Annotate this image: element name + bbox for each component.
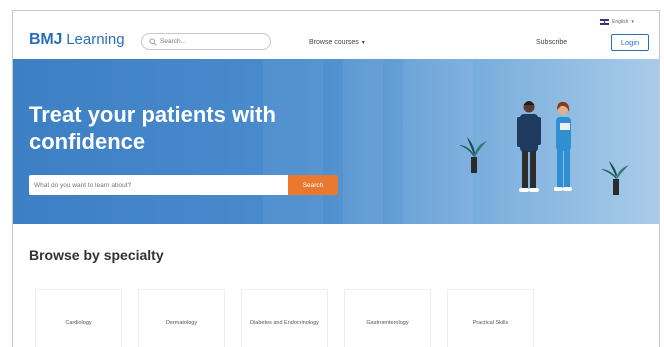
logo-bmj-text: BMJ (29, 31, 63, 48)
plant-icon (459, 137, 487, 173)
bmj-learning-logo[interactable]: BMJ Learning (29, 31, 125, 49)
healthcare-workers-illustration (459, 101, 629, 195)
specialty-card-gastroenterology[interactable]: Gastroenterology (344, 289, 431, 347)
subscribe-link[interactable]: Subscribe (536, 39, 567, 46)
header-search[interactable] (141, 33, 271, 50)
header-search-input[interactable] (160, 38, 260, 45)
browser-page: BMJ Learning Browse courses ▾ English ▾ … (12, 10, 660, 347)
plant-icon (601, 161, 629, 195)
doctor-man-figure (517, 101, 541, 192)
hero-title: Treat your patients with confidence (29, 102, 276, 154)
specialty-card-dermatology[interactable]: Dermatology (138, 289, 225, 347)
specialty-card-practical-skills[interactable]: Practical Skills (447, 289, 534, 347)
browse-courses-menu[interactable]: Browse courses ▾ (309, 39, 365, 46)
specialty-card-diabetes-endocrinology[interactable]: Diabetes and Endocrinology (241, 289, 328, 347)
chevron-down-icon: ▾ (361, 40, 365, 46)
browse-by-specialty-heading: Browse by specialty (29, 247, 164, 263)
logo-learning-text: Learning (66, 31, 125, 48)
hero-banner: Treat your patients with confidence Sear… (13, 59, 659, 224)
search-icon (149, 37, 157, 46)
nurse-woman-figure (554, 101, 572, 191)
specialty-card-list: Cardiology Dermatology Diabetes and Endo… (35, 289, 550, 347)
login-button[interactable]: Login (611, 34, 649, 51)
hero-search-button[interactable]: Search (288, 175, 338, 195)
hero-search: Search (29, 175, 338, 195)
language-selector[interactable]: English ▾ (600, 19, 634, 25)
hero-search-input[interactable] (29, 175, 288, 195)
specialty-card-cardiology[interactable]: Cardiology (35, 289, 122, 347)
browse-courses-label: Browse courses (309, 39, 359, 46)
site-header: BMJ Learning Browse courses ▾ English ▾ … (13, 11, 659, 59)
uk-flag-icon (600, 19, 609, 25)
language-label: English (612, 19, 629, 25)
chevron-down-icon: ▾ (631, 19, 634, 25)
